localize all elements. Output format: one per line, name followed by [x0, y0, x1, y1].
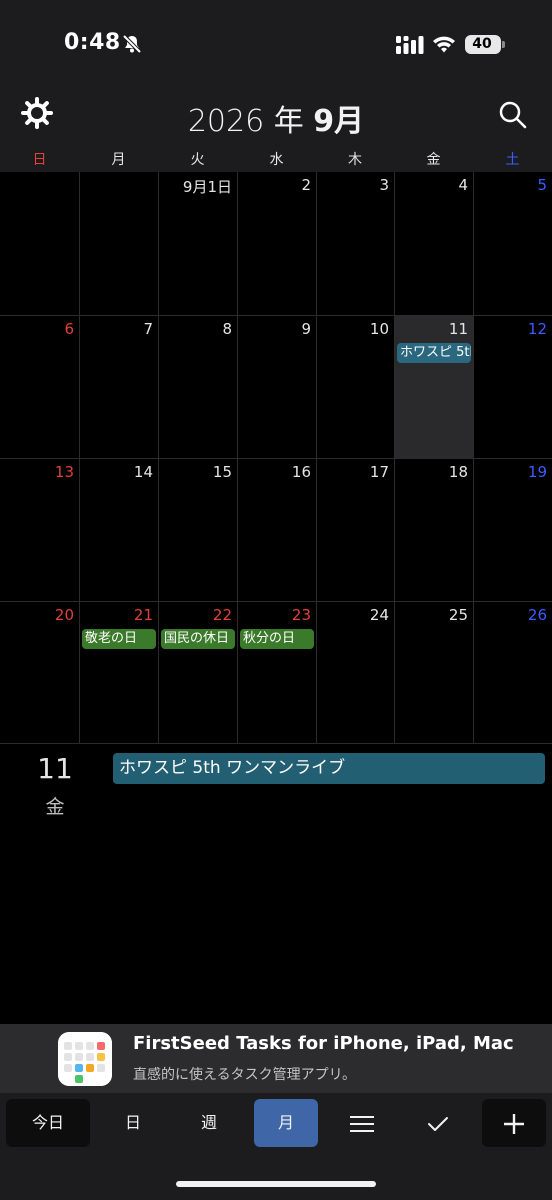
year-label: 2026: [187, 104, 265, 139]
detail-day-number: 11: [37, 752, 73, 785]
search-icon[interactable]: [498, 100, 528, 130]
day-number: 6: [64, 320, 74, 338]
tab-day[interactable]: 日: [101, 1099, 165, 1147]
day-number: 16: [291, 463, 311, 481]
day-cell[interactable]: 25: [395, 602, 474, 744]
weekday-sun: 日: [32, 152, 47, 168]
day-cell[interactable]: 9月1日: [159, 172, 238, 316]
day-number: 25: [448, 606, 468, 624]
event-chip[interactable]: ホワスピ 5th: [397, 343, 471, 363]
day-number: 18: [448, 463, 468, 481]
day-number: 9: [301, 320, 311, 338]
day-cell[interactable]: 22 国民の休日: [159, 602, 238, 744]
app-icon: [58, 1032, 112, 1086]
day-cell[interactable]: 26: [474, 602, 552, 744]
home-indicator: [176, 1181, 376, 1187]
day-number: 17: [369, 463, 389, 481]
day-cell[interactable]: 20: [0, 602, 80, 744]
day-number: 5: [537, 176, 547, 194]
day-number: 26: [527, 606, 547, 624]
tab-month[interactable]: 月: [254, 1099, 318, 1147]
day-number: 4: [458, 176, 468, 194]
day-number: 19: [527, 463, 547, 481]
list-icon[interactable]: [330, 1099, 394, 1147]
day-cell[interactable]: 23 秋分の日: [238, 602, 317, 744]
day-number: 3: [379, 176, 389, 194]
day-number: 10: [369, 320, 389, 338]
weekday-tue: 火: [190, 152, 205, 168]
detail-event[interactable]: ホワスピ 5th ワンマンライブ: [113, 753, 545, 784]
day-number: 22: [212, 606, 232, 624]
day-cell[interactable]: 5: [474, 172, 552, 316]
day-cell[interactable]: 7: [80, 316, 159, 459]
plus-icon: [504, 1113, 524, 1134]
day-cell[interactable]: 12: [474, 316, 552, 459]
battery-tip: [502, 41, 505, 48]
add-button[interactable]: [482, 1099, 546, 1147]
holiday-chip[interactable]: 秋分の日: [240, 629, 314, 649]
day-number: 12: [527, 320, 547, 338]
day-cell[interactable]: [80, 172, 159, 316]
weekday-fri: 金: [426, 152, 441, 168]
weekday-mon: 月: [111, 152, 126, 168]
today-button[interactable]: 今日: [6, 1099, 90, 1147]
day-cell[interactable]: 19: [474, 459, 552, 602]
status-time: 0:48: [64, 30, 121, 55]
day-cell[interactable]: 4: [395, 172, 474, 316]
day-cell[interactable]: [0, 172, 80, 316]
day-cell[interactable]: 2: [238, 172, 317, 316]
day-cell[interactable]: 21 敬老の日: [80, 602, 159, 744]
day-cell[interactable]: 18: [395, 459, 474, 602]
day-cell[interactable]: 16: [238, 459, 317, 602]
ad-title[interactable]: FirstSeed Tasks for iPhone, iPad, Mac: [133, 1033, 514, 1054]
wifi-icon: [433, 36, 455, 53]
day-cell[interactable]: 8: [159, 316, 238, 459]
ad-subtitle: 直感的に使えるタスク管理アプリ。: [133, 1067, 357, 1083]
day-number: 8: [222, 320, 232, 338]
year-suffix: 年: [273, 104, 304, 139]
day-cell[interactable]: 15: [159, 459, 238, 602]
day-number: 14: [133, 463, 153, 481]
day-number: 23: [291, 606, 311, 624]
day-cell[interactable]: 24: [317, 602, 395, 744]
calendar-grid: 9月1日 2 3 4 5 6 7 8 9 10 11 ホワスピ 5th 12 1…: [0, 172, 552, 744]
day-cell[interactable]: 14: [80, 459, 159, 602]
day-cell[interactable]: 9: [238, 316, 317, 459]
day-cell[interactable]: 13: [0, 459, 80, 602]
day-number: 2: [301, 176, 311, 194]
day-number: 13: [54, 463, 74, 481]
day-number: 7: [143, 320, 153, 338]
day-number: 15: [212, 463, 232, 481]
battery-level: 40: [472, 36, 492, 52]
day-number: 20: [54, 606, 74, 624]
day-number: 21: [133, 606, 153, 624]
day-cell[interactable]: 6: [0, 316, 80, 459]
holiday-chip[interactable]: 敬老の日: [82, 629, 156, 649]
day-cell[interactable]: 17: [317, 459, 395, 602]
holiday-chip[interactable]: 国民の休日: [161, 629, 235, 649]
month-label: 9月: [313, 104, 365, 139]
bell-slash-icon: [122, 34, 142, 54]
cellular-signal-icon: [396, 36, 424, 54]
weekday-thu: 木: [348, 152, 362, 168]
weekday-sat: 土: [505, 152, 520, 168]
day-number: 9月1日: [182, 178, 232, 196]
weekday-header: 日 月 火 水 木 金 土: [0, 148, 552, 172]
day-cell[interactable]: 10: [317, 316, 395, 459]
weekday-wed: 水: [269, 152, 284, 168]
month-title[interactable]: 2026 年 9月: [0, 96, 552, 140]
detail-day-weekday: 金: [45, 796, 65, 818]
day-cell-selected[interactable]: 11 ホワスピ 5th: [395, 316, 474, 459]
tab-week[interactable]: 週: [177, 1099, 241, 1147]
day-number: 24: [369, 606, 389, 624]
day-number: 11: [448, 320, 468, 338]
day-cell[interactable]: 3: [317, 172, 395, 316]
checkmark-icon[interactable]: [406, 1099, 470, 1147]
